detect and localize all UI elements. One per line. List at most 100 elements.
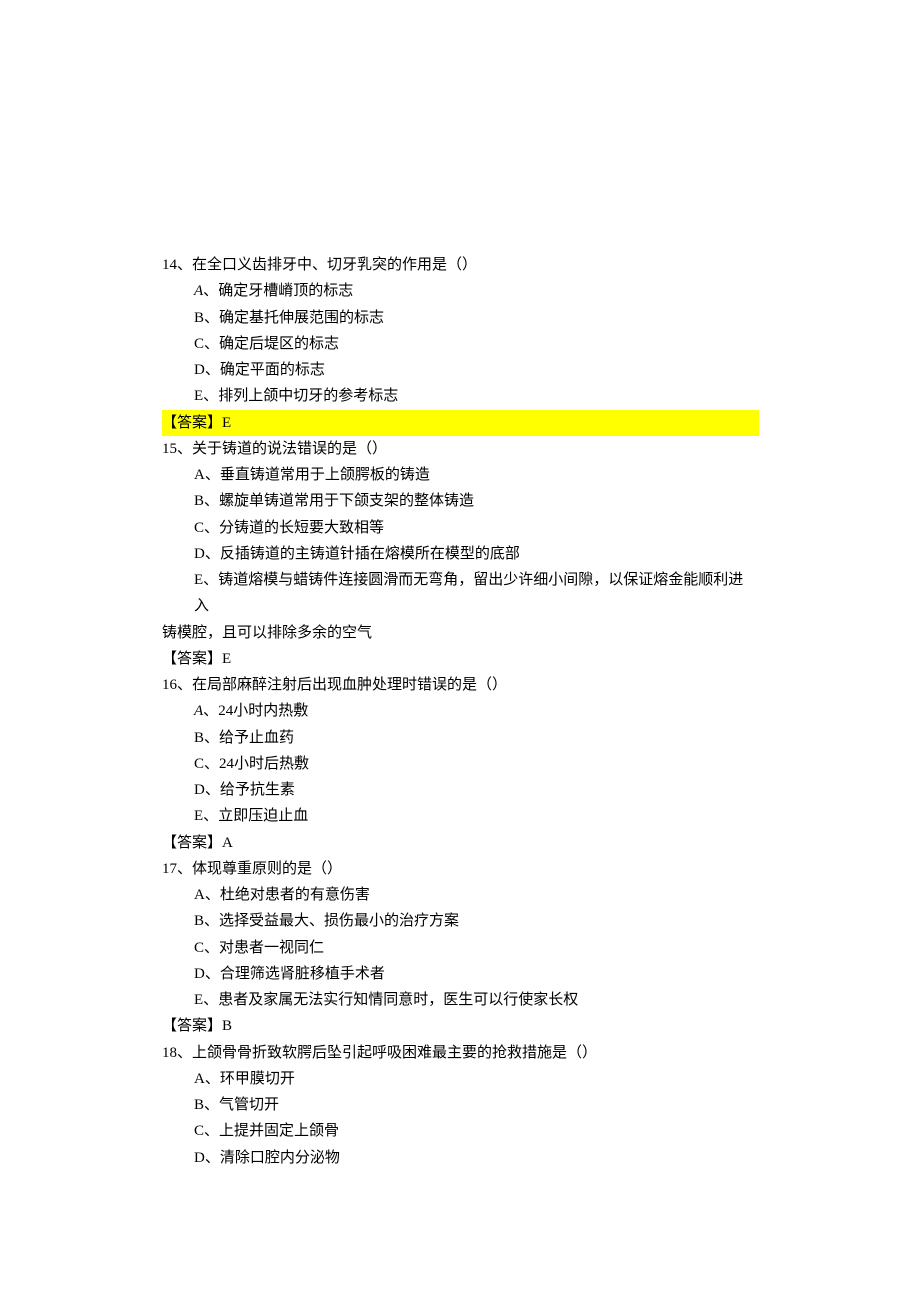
option-label: B (194, 1097, 204, 1113)
option-sep: 、 (205, 1150, 220, 1166)
option-sep: 、 (203, 283, 218, 299)
option-label: B (194, 730, 204, 746)
option-sep: 、 (205, 782, 220, 798)
option-label: D (194, 546, 205, 562)
option-text: 螺旋单铸道常用于下颌支架的整体铸造 (219, 493, 474, 509)
option-label: E (194, 572, 203, 588)
option-label: D (194, 782, 205, 798)
option-label: E (194, 388, 203, 404)
option-text: 立即压迫止血 (218, 808, 308, 824)
answer-line: 【答案】B (162, 1013, 758, 1039)
option-text: 反插铸道的主铸道针插在熔模所在模型的底部 (220, 546, 520, 562)
answer-prefix: 【答案】 (162, 1018, 222, 1034)
question-stem: 18、上颌骨骨折致软腭后坠引起呼吸困难最主要的抢救措施是（） (162, 1040, 758, 1066)
option-sep: 、 (204, 310, 219, 326)
option: D、确定平面的标志 (162, 357, 758, 383)
question-stem-text: 体现尊重原则的是（） (192, 861, 342, 877)
option-label: C (194, 520, 204, 536)
option: C、分铸道的长短要大致相等 (162, 515, 758, 541)
option: A、垂直铸道常用于上颌腭板的铸造 (162, 462, 758, 488)
option-text: 上提并固定上颌骨 (219, 1123, 339, 1139)
option: A、环甲膜切开 (162, 1066, 758, 1092)
option: D、清除口腔内分泌物 (162, 1145, 758, 1171)
option-label: A (194, 467, 205, 483)
option-sep: 、 (203, 808, 218, 824)
option-label: A (194, 1071, 205, 1087)
option-sep: 、 (205, 467, 220, 483)
question-stem: 17、体现尊重原则的是（） (162, 856, 758, 882)
option: E、排列上颌中切牙的参考标志 (162, 383, 758, 409)
answer-line: 【答案】A (162, 830, 758, 856)
option-text-continuation: 铸模腔，且可以排除多余的空气 (162, 620, 758, 646)
answer-line: 【答案】E (162, 646, 758, 672)
option-label: B (194, 310, 204, 326)
question-number: 17 (162, 861, 177, 877)
option-text: 确定后堤区的标志 (219, 336, 339, 352)
option-text: 合理筛选肾脏移植手术者 (220, 966, 385, 982)
option-text: 分铸道的长短要大致相等 (219, 520, 384, 536)
option-label: B (194, 913, 204, 929)
option-sep: 、 (204, 756, 219, 772)
option-label: A (194, 887, 205, 903)
question-number-sep: 、 (177, 861, 192, 877)
question-stem-text: 在全口义齿排牙中、切牙乳突的作用是（） (192, 257, 477, 273)
option-text: 患者及家属无法实行知情同意时，医生可以行使家长权 (218, 992, 578, 1008)
option-label: A (194, 283, 203, 299)
answer-prefix: 【答案】 (162, 835, 222, 851)
option-sep: 、 (204, 336, 219, 352)
option-sep: 、 (204, 940, 219, 956)
question-stem-text: 上颌骨骨折致软腭后坠引起呼吸困难最主要的抢救措施是（） (192, 1045, 597, 1061)
option-text: 24小时内热敷 (218, 703, 308, 719)
option-sep: 、 (203, 703, 218, 719)
question-number-sep: 、 (177, 257, 192, 273)
option-sep: 、 (205, 966, 220, 982)
option: B、选择受益最大、损伤最小的治疗方案 (162, 908, 758, 934)
question-number-sep: 、 (177, 1045, 192, 1061)
option-label: C (194, 756, 204, 772)
option-label: C (194, 940, 204, 956)
question-number: 15 (162, 441, 177, 457)
option: A、确定牙槽嵴顶的标志 (162, 278, 758, 304)
option-label: B (194, 493, 204, 509)
option-text: 确定牙槽嵴顶的标志 (218, 283, 353, 299)
option-text: 排列上颌中切牙的参考标志 (218, 388, 398, 404)
option-text: 给予止血药 (219, 730, 294, 746)
option-label: E (194, 992, 203, 1008)
option-text: 24小时后热敷 (219, 756, 309, 772)
option-text: 给予抗生素 (220, 782, 295, 798)
option-sep: 、 (205, 1071, 220, 1087)
question-stem-text: 在局部麻醉注射后出现血肿处理时错误的是（） (192, 677, 507, 693)
question-stem: 14、在全口义齿排牙中、切牙乳突的作用是（） (162, 252, 758, 278)
option-sep: 、 (204, 520, 219, 536)
option-sep: 、 (203, 388, 218, 404)
option-text: 垂直铸道常用于上颌腭板的铸造 (220, 467, 430, 483)
option-text: 确定基托伸展范围的标志 (219, 310, 384, 326)
answer-line: 【答案】E (162, 410, 759, 436)
answer-prefix: 【答案】 (162, 651, 222, 667)
question-number: 14 (162, 257, 177, 273)
option: D、反插铸道的主铸道针插在熔模所在模型的底部 (162, 541, 758, 567)
option: C、对患者一视同仁 (162, 935, 758, 961)
answer-prefix: 【答案】 (162, 415, 222, 431)
option: B、确定基托伸展范围的标志 (162, 305, 758, 331)
option-sep: 、 (205, 546, 220, 562)
option-text: 选择受益最大、损伤最小的治疗方案 (219, 913, 459, 929)
option-text: 对患者一视同仁 (219, 940, 324, 956)
option-text: 清除口腔内分泌物 (220, 1150, 340, 1166)
question-number: 16 (162, 677, 177, 693)
option: C、上提并固定上颌骨 (162, 1118, 758, 1144)
question-stem: 15、关于铸道的说法错误的是（） (162, 436, 758, 462)
option: E、立即压迫止血 (162, 803, 758, 829)
option: D、合理筛选肾脏移植手术者 (162, 961, 758, 987)
exam-page: 14、在全口义齿排牙中、切牙乳突的作用是（）A、确定牙槽嵴顶的标志B、确定基托伸… (0, 0, 920, 1301)
option-sep: 、 (204, 913, 219, 929)
option-text: 杜绝对患者的有意伤害 (220, 887, 370, 903)
option-label: A (194, 703, 203, 719)
option: A、24小时内热敷 (162, 698, 758, 724)
option-sep: 、 (205, 887, 220, 903)
option: E、患者及家属无法实行知情同意时，医生可以行使家长权 (162, 987, 758, 1013)
answer-value: B (222, 1018, 232, 1034)
option-sep: 、 (203, 992, 218, 1008)
option-sep: 、 (204, 493, 219, 509)
option-label: C (194, 336, 204, 352)
